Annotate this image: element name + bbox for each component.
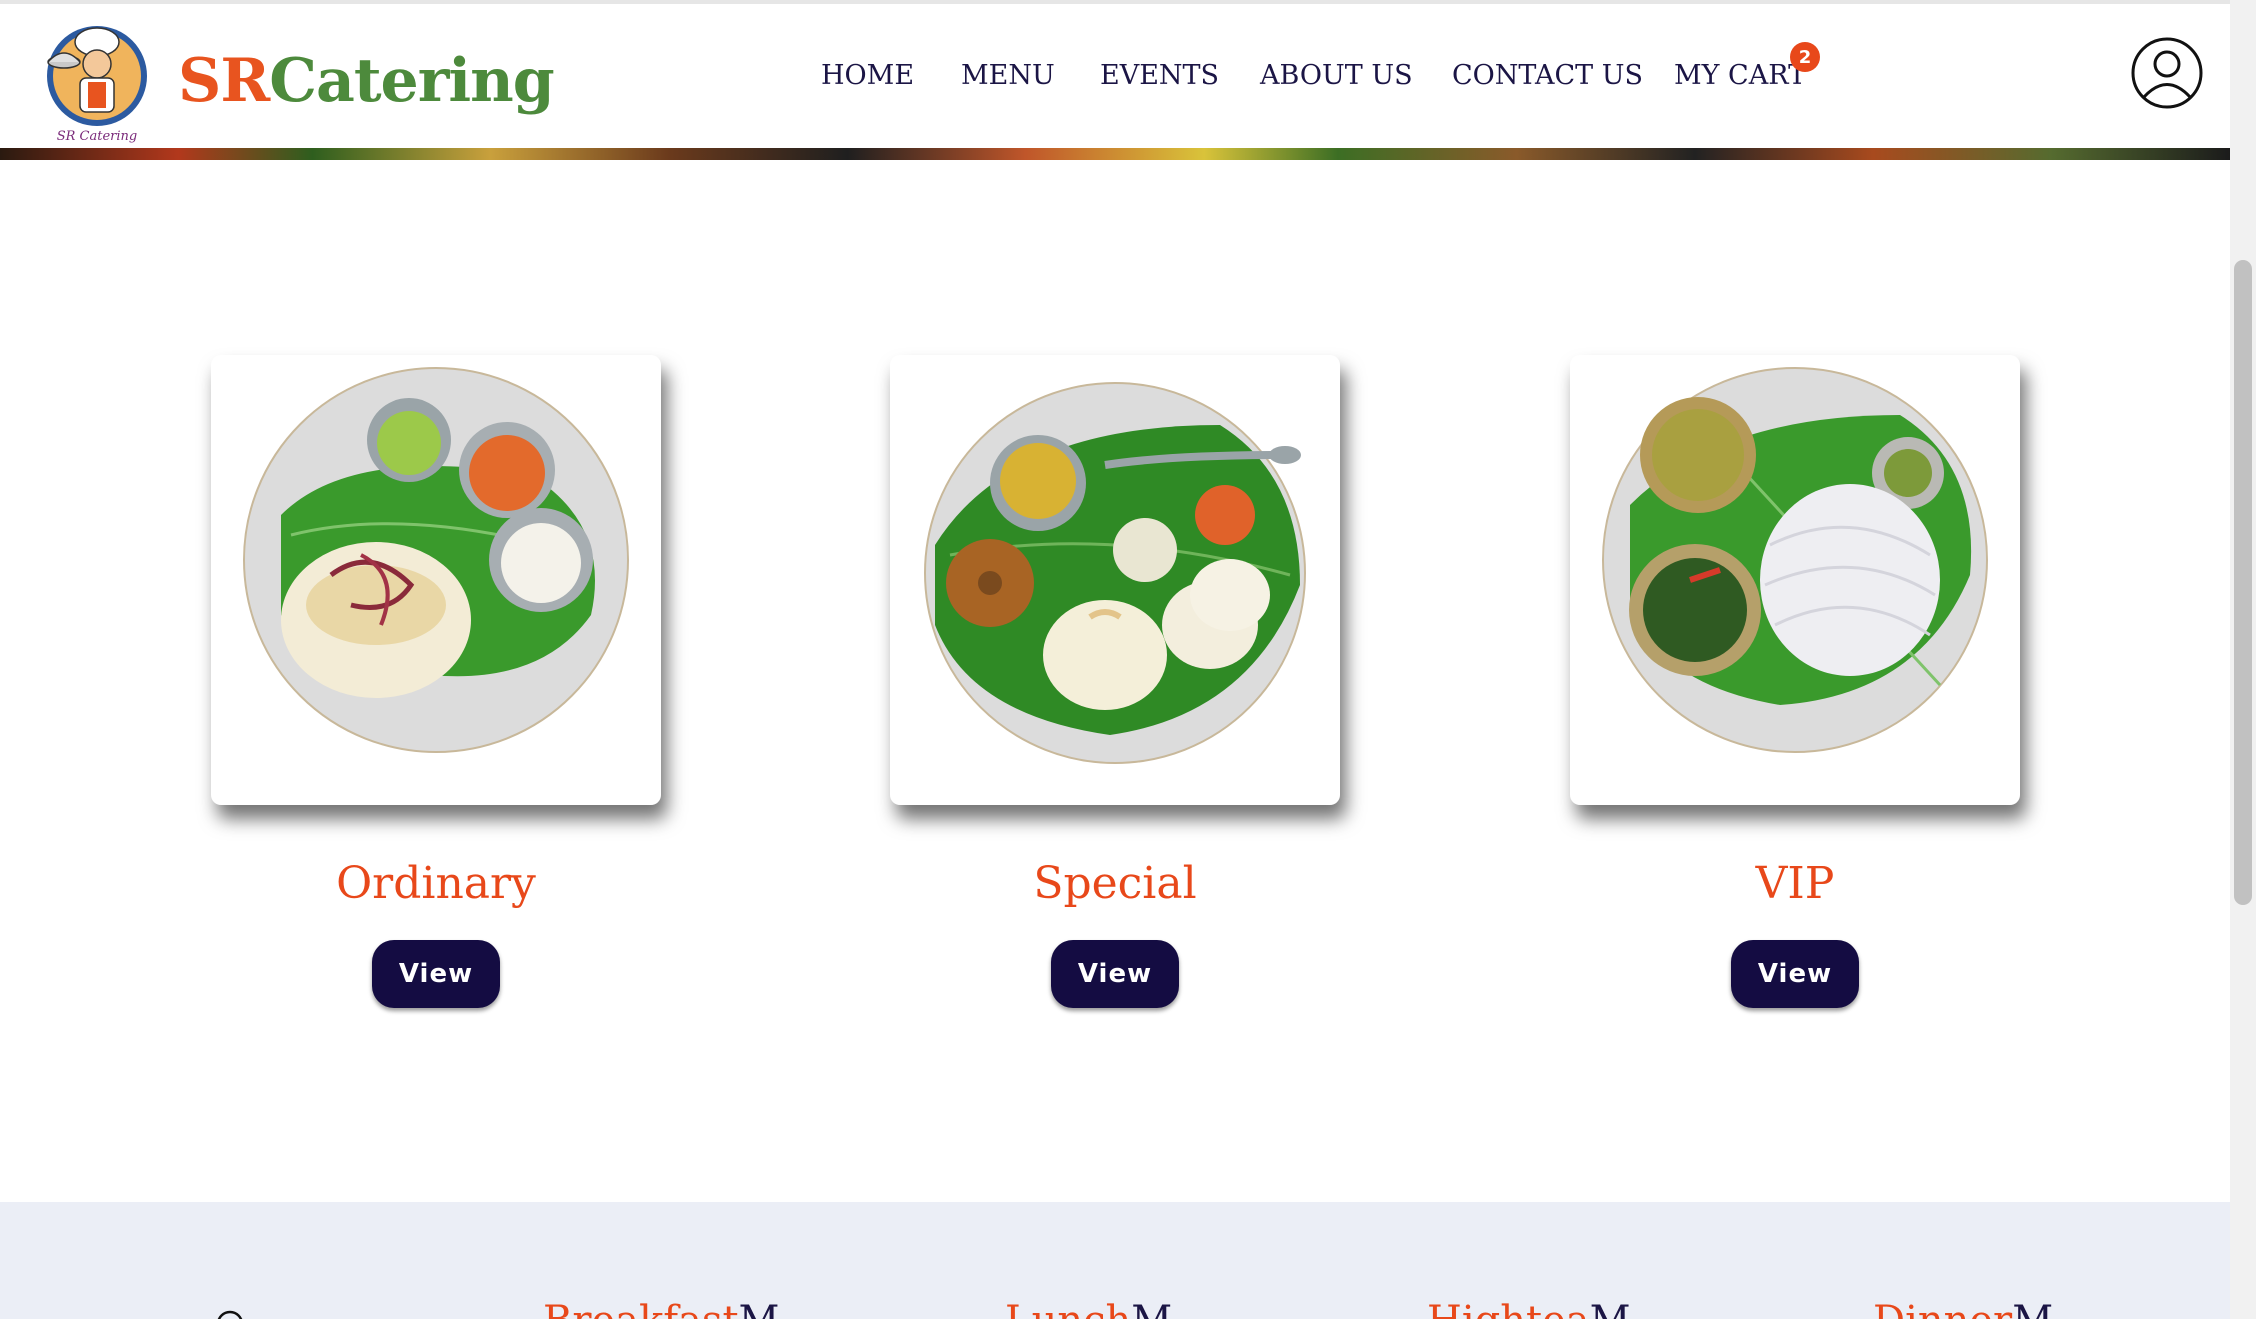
nav-home[interactable]: HOME (821, 60, 914, 91)
nav-events[interactable]: EVENTS (1100, 60, 1219, 91)
idli-vada-plate-image (924, 382, 1306, 764)
package-card-special[interactable] (890, 355, 1340, 805)
package-title-ordinary: Ordinary (336, 858, 536, 909)
package-card-vip[interactable] (1570, 355, 2020, 805)
nav-menu[interactable]: MENU (961, 60, 1055, 91)
package-title-special: Special (1033, 858, 1197, 909)
footer-breakfast-label: Breakfast (543, 1298, 739, 1319)
cart-count-badge: 2 (1790, 42, 1820, 72)
nav-my-cart[interactable]: MY CART (1674, 60, 1806, 91)
package-card-ordinary[interactable] (211, 355, 661, 805)
uttapam-plate-image (243, 367, 629, 753)
footer-dinner-label: Dinner (1873, 1298, 2012, 1319)
nav-contact-us[interactable]: CONTACT US (1452, 60, 1643, 91)
nav-about-us[interactable]: ABOUT US (1260, 60, 1413, 91)
footer-hightea-suffix: M (1590, 1298, 1631, 1319)
footer-lunch-menu[interactable]: LunchM (1005, 1298, 1172, 1319)
hero-food-banner-strip (0, 148, 2230, 160)
package-title-vip: VIP (1755, 858, 1835, 909)
footer-breakfast-suffix: M (739, 1298, 780, 1319)
user-account-icon[interactable] (2130, 36, 2204, 110)
main-nav: HOME MENU EVENTS ABOUT US CONTACT US MY … (0, 60, 2230, 100)
footer-hightea-menu[interactable]: HighteaM (1427, 1298, 1631, 1319)
footer-dinner-suffix: M (2012, 1298, 2053, 1319)
footer-hightea-label: Hightea (1427, 1298, 1590, 1319)
footer-lunch-suffix: M (1131, 1298, 1172, 1319)
view-vip-button[interactable]: View (1731, 940, 1859, 1008)
page-scrollbar-thumb[interactable] (2234, 260, 2252, 905)
view-special-button[interactable]: View (1051, 940, 1179, 1008)
view-ordinary-button[interactable]: View (372, 940, 500, 1008)
logo-caption: SR Catering (57, 129, 138, 144)
footer-lunch-label: Lunch (1005, 1298, 1131, 1319)
chef-hat-icon (217, 1310, 243, 1319)
footer-dinner-menu[interactable]: DinnerM (1873, 1298, 2053, 1319)
footer-breakfast-menu[interactable]: BreakfastM (543, 1298, 780, 1319)
idiyappam-plate-image (1602, 367, 1988, 753)
